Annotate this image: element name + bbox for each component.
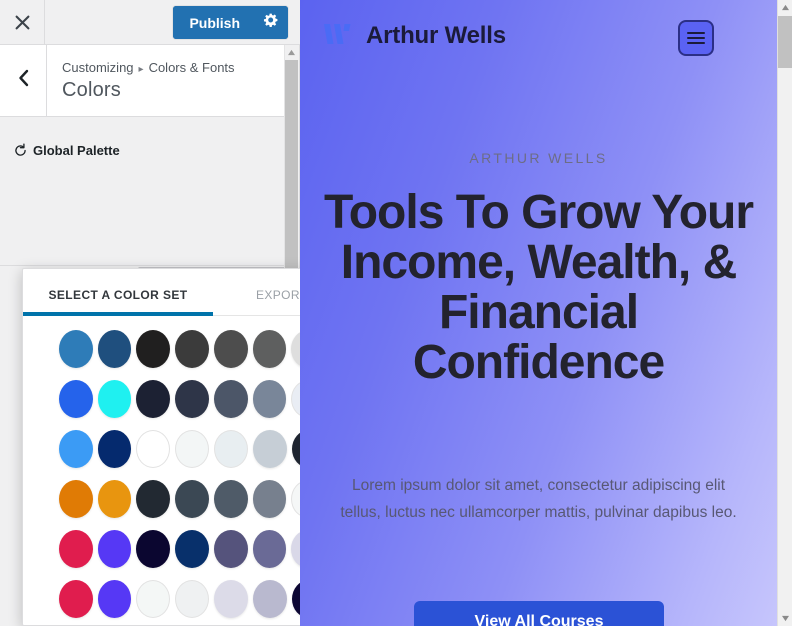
global-palette-section: Global Palette Palette 1 Palette 2 Palet…	[0, 118, 299, 366]
color-set-swatch-r6-c1[interactable]	[59, 580, 93, 618]
breadcrumb: Customizing ▸ Colors & Fonts	[62, 60, 235, 75]
color-set-swatch-r6-c6[interactable]	[253, 580, 287, 618]
color-set-swatch-r3-c3[interactable]	[136, 430, 171, 468]
site-logo-group[interactable]: Arthur Wells	[324, 22, 506, 50]
reset-icon[interactable]	[12, 142, 29, 159]
hero-paragraph: Lorem ipsum dolor sit amet, consectetur …	[340, 477, 737, 521]
color-set-swatch-r2-c3[interactable]	[136, 380, 171, 418]
color-set-swatch-r5-c3[interactable]	[136, 530, 171, 568]
color-set-swatch-r3-c5[interactable]	[214, 430, 249, 468]
color-set-swatch-r3-c2[interactable]	[97, 430, 132, 468]
preview-scroll-up-arrow-icon[interactable]	[778, 0, 792, 15]
hero-headline: Tools To Grow Your Income, Wealth, & Fin…	[323, 186, 754, 389]
preview-scroll-down-arrow-icon[interactable]	[778, 611, 792, 626]
color-set-swatch-r1-c1[interactable]	[59, 330, 93, 368]
gear-icon	[263, 12, 279, 33]
tab-select-a-color-set[interactable]: SELECT A COLOR SET	[23, 269, 213, 316]
hero-eyebrow: ARTHUR WELLS	[469, 150, 608, 166]
color-set-swatch-r5-c5[interactable]	[213, 530, 248, 568]
color-set-swatch-r6-c4[interactable]	[175, 580, 210, 618]
customizer-panel: Publish Customizing ▸ Colors & Fonts Col…	[0, 0, 404, 626]
customizer-section-header: Customizing ▸ Colors & Fonts Colors	[0, 45, 285, 117]
color-set-swatch-r5-c2[interactable]	[97, 530, 132, 568]
color-set-swatch-r3-c1[interactable]	[59, 430, 93, 468]
color-set-swatch-r1-c2[interactable]	[97, 330, 132, 368]
color-set-swatch-r2-c1[interactable]	[59, 380, 93, 418]
color-set-swatch-r6-c5[interactable]	[214, 580, 249, 618]
customizer-header: Publish	[0, 0, 300, 45]
color-set-swatch-r2-c4[interactable]	[175, 380, 209, 418]
color-set-swatch-r3-c4[interactable]	[175, 430, 210, 468]
w-logo-icon	[324, 23, 352, 49]
preview-page: Arthur Wells ARTHUR WELLS Tools To Grow …	[300, 0, 777, 626]
publish-settings-button[interactable]	[254, 6, 288, 39]
publish-group: Publish	[173, 6, 288, 39]
close-customizer-button[interactable]	[0, 0, 45, 44]
color-set-swatch-r4-c1[interactable]	[59, 480, 93, 518]
color-set-swatch-r2-c6[interactable]	[252, 380, 287, 418]
customizer-screen: Publish Customizing ▸ Colors & Fonts Col…	[0, 0, 792, 626]
global-palette-header: Global Palette	[12, 142, 273, 159]
hamburger-menu-button[interactable]	[678, 20, 714, 56]
color-set-swatch-r1-c6[interactable]	[252, 330, 287, 368]
color-set-swatch-r5-c4[interactable]	[175, 530, 209, 568]
color-set-swatch-r2-c5[interactable]	[213, 380, 248, 418]
preview-scrollbar-thumb[interactable]	[778, 16, 792, 68]
page-title: Colors	[62, 79, 121, 101]
hamburger-menu-icon	[687, 29, 705, 47]
scroll-up-arrow-icon[interactable]	[285, 45, 298, 59]
color-set-swatch-r4-c3[interactable]	[136, 480, 171, 518]
color-set-swatch-r5-c6[interactable]	[252, 530, 287, 568]
breadcrumb-root[interactable]: Customizing	[62, 60, 134, 75]
site-header: Arthur Wells	[300, 0, 777, 80]
color-set-swatch-r1-c5[interactable]	[213, 330, 248, 368]
back-button[interactable]	[0, 45, 47, 116]
color-set-swatch-r4-c2[interactable]	[97, 480, 132, 518]
color-set-swatch-r1-c4[interactable]	[175, 330, 209, 368]
site-preview: Arthur Wells ARTHUR WELLS Tools To Grow …	[300, 0, 792, 626]
breadcrumb-separator-icon: ▸	[138, 64, 144, 75]
color-set-swatch-r2-c2[interactable]	[97, 380, 132, 418]
breadcrumb-current[interactable]: Colors & Fonts	[149, 60, 235, 75]
preview-scrollbar[interactable]	[777, 0, 792, 626]
view-all-courses-button[interactable]: View All Courses	[414, 601, 664, 626]
color-set-swatch-r4-c5[interactable]	[213, 480, 248, 518]
color-set-swatch-r6-c2[interactable]	[97, 580, 132, 618]
color-set-swatch-r5-c1[interactable]	[59, 530, 93, 568]
color-set-swatch-r3-c6[interactable]	[253, 430, 287, 468]
chevron-left-icon	[17, 69, 30, 92]
color-set-swatch-r1-c3[interactable]	[136, 330, 171, 368]
customizer-scrollbar-thumb[interactable]	[285, 60, 298, 292]
color-set-swatch-r4-c6[interactable]	[252, 480, 287, 518]
color-set-swatch-r4-c4[interactable]	[175, 480, 209, 518]
close-x-icon	[15, 15, 30, 30]
publish-button[interactable]: Publish	[173, 6, 254, 39]
global-palette-label: Global Palette	[33, 143, 120, 158]
site-brand-name: Arthur Wells	[366, 22, 506, 49]
color-set-swatch-r6-c3[interactable]	[136, 580, 171, 618]
